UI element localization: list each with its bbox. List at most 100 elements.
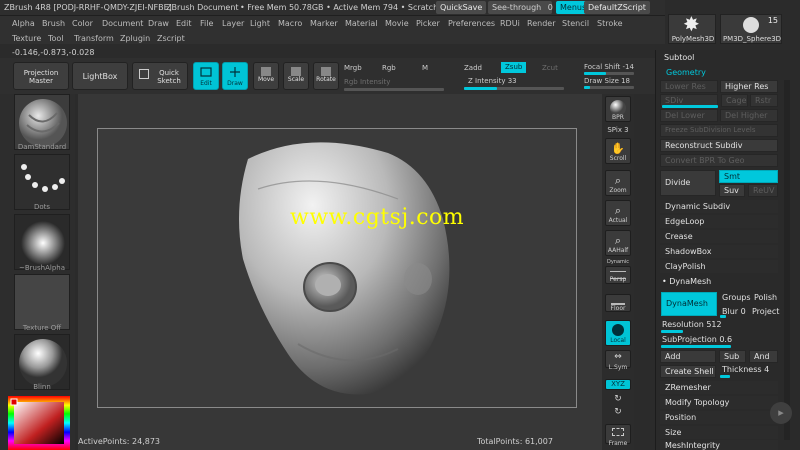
meshintegrity-section[interactable]: MeshIntegrity — [660, 440, 778, 450]
dynamic-label[interactable]: Dynamic — [602, 259, 634, 265]
xyz-button[interactable]: XYZ — [605, 379, 631, 390]
modify-topology-section[interactable]: Modify Topology — [660, 396, 778, 409]
draw-button[interactable]: Draw — [222, 62, 248, 90]
lightbox-button[interactable]: LightBox — [72, 62, 128, 90]
reconstruct-subdiv-button[interactable]: Reconstruct Subdiv — [660, 139, 778, 152]
menu-document[interactable]: Document — [102, 19, 143, 28]
sculpt-model[interactable] — [98, 129, 576, 407]
quick-sketch-button[interactable]: Quick Sketch — [132, 62, 188, 90]
panel-scrollbar[interactable] — [784, 80, 790, 440]
menu-layer[interactable]: Layer — [222, 19, 244, 28]
menu-picker[interactable]: Picker — [416, 19, 440, 28]
m-toggle[interactable]: M — [422, 64, 428, 72]
menu-edit[interactable]: Edit — [176, 19, 192, 28]
draw-size-slider[interactable] — [584, 86, 634, 89]
groups-toggle[interactable]: Groups — [722, 293, 751, 302]
higher-res-button[interactable]: Higher Res — [720, 80, 778, 93]
menu-light[interactable]: Light — [250, 19, 270, 28]
rstr-button[interactable]: Rstr — [750, 94, 778, 107]
freeze-subdiv-button[interactable]: Freeze SubDivision Levels — [660, 124, 778, 137]
sphere-tool-thumb[interactable]: PM3D_Sphere3D 15 — [720, 14, 782, 44]
title-bar: ZBrush 4R8 [PODJ-RRHF-QMDY-ZJEI-NFBE] ZB… — [0, 0, 665, 16]
quicksave-button[interactable]: QuickSave — [436, 1, 487, 14]
create-shell-button[interactable]: Create Shell — [660, 365, 716, 378]
color-picker[interactable] — [8, 396, 70, 450]
material-thumbnail[interactable] — [14, 334, 70, 390]
menu-preferences[interactable]: Preferences — [448, 19, 495, 28]
del-higher-button[interactable]: Del Higher — [720, 109, 778, 122]
convert-bpr-button[interactable]: Convert BPR To Geo — [660, 154, 778, 167]
lower-res-button[interactable]: Lower Res — [660, 80, 718, 93]
aahalf-icon: ⌕ — [614, 234, 622, 247]
menu-draw[interactable]: Draw — [148, 19, 169, 28]
menu-macro[interactable]: Macro — [278, 19, 302, 28]
and-button[interactable]: And — [749, 350, 778, 363]
rotate-y-icon[interactable]: ↻ — [602, 394, 634, 404]
alpha-thumbnail[interactable] — [14, 214, 70, 270]
size-section[interactable]: Size — [660, 426, 778, 439]
rotate-z-icon[interactable]: ↻ — [602, 407, 634, 417]
menu-texture[interactable]: Texture — [12, 34, 41, 43]
zsub-toggle[interactable]: Zsub — [501, 62, 527, 73]
divide-button[interactable]: Divide — [660, 170, 716, 196]
menu-transform[interactable]: Transform — [74, 34, 114, 43]
menu-zscript[interactable]: Zscript — [157, 34, 185, 43]
polish-toggle[interactable]: Polish — [754, 293, 777, 302]
zadd-toggle[interactable]: Zadd — [464, 64, 482, 72]
menu-material[interactable]: Material — [345, 19, 378, 28]
document-canvas[interactable] — [97, 128, 577, 408]
zremesher-section[interactable]: ZRemesher — [660, 381, 778, 394]
reuv-toggle[interactable]: ReUV — [748, 184, 778, 197]
stroke-thumbnail[interactable] — [14, 154, 70, 210]
polymesh-tool-thumb[interactable]: ✸ PolyMesh3D — [668, 12, 716, 44]
subprojection-slider[interactable]: SubProjection 0.6 — [662, 335, 732, 344]
left-shelf: DamStandard Dots ~BrushAlpha Texture Off… — [0, 94, 75, 450]
zcut-toggle[interactable]: Zcut — [542, 64, 558, 72]
dynamic-subdiv-section[interactable]: Dynamic Subdiv — [660, 200, 778, 213]
rotate-button[interactable]: Rotate — [313, 62, 339, 90]
cage-button[interactable]: Cage — [721, 94, 748, 107]
shadowbox-section[interactable]: ShadowBox — [660, 245, 778, 258]
menu-rdui[interactable]: RDUi — [500, 19, 520, 28]
edit-label: Edit — [200, 80, 212, 87]
menu-file[interactable]: File — [200, 19, 213, 28]
menu-alpha[interactable]: Alpha — [12, 19, 35, 28]
smt-toggle[interactable]: Smt — [719, 170, 778, 183]
claypolish-section[interactable]: ClayPolish — [660, 260, 778, 273]
project-toggle[interactable]: Project — [752, 307, 779, 316]
del-lower-button[interactable]: Del Lower — [660, 109, 718, 122]
move-button[interactable]: Move — [253, 62, 279, 90]
menu-color[interactable]: Color — [72, 19, 93, 28]
menu-zplugin[interactable]: Zplugin — [120, 34, 150, 43]
see-through-slider[interactable]: See-through 0 — [488, 1, 553, 14]
edgeloop-section[interactable]: EdgeLoop — [660, 215, 778, 228]
edit-button[interactable]: Edit — [193, 62, 219, 90]
suv-toggle[interactable]: Suv — [719, 184, 745, 197]
menu-marker[interactable]: Marker — [310, 19, 338, 28]
menu-render[interactable]: Render — [527, 19, 555, 28]
mrgb-toggle[interactable]: Mrgb — [344, 64, 362, 72]
resolution-slider[interactable]: Resolution 512 — [662, 320, 722, 329]
crease-section[interactable]: Crease — [660, 230, 778, 243]
geometry-header[interactable]: Geometry — [666, 68, 798, 80]
menu-stencil[interactable]: Stencil — [562, 19, 589, 28]
projection-master-button[interactable]: Projection Master — [13, 62, 69, 90]
sub-button[interactable]: Sub — [719, 350, 746, 363]
dynamesh-button[interactable]: DynaMesh — [661, 292, 717, 316]
rgb-toggle[interactable]: Rgb — [382, 64, 396, 72]
menu-tool[interactable]: Tool — [48, 34, 64, 43]
scale-button[interactable]: Scale — [283, 62, 309, 90]
rgb-intensity-slider[interactable] — [344, 88, 444, 91]
add-button[interactable]: Add — [660, 350, 716, 363]
position-section[interactable]: Position — [660, 411, 778, 424]
menu-brush[interactable]: Brush — [42, 19, 65, 28]
menu-movie[interactable]: Movie — [385, 19, 409, 28]
spix-control[interactable]: SPix 3 — [602, 126, 634, 134]
menu-stroke[interactable]: Stroke — [597, 19, 623, 28]
brush-thumbnail[interactable] — [14, 94, 70, 150]
dynamesh-header[interactable]: • DynaMesh — [662, 277, 794, 289]
subtool-header[interactable]: Subtool — [664, 53, 796, 65]
texture-thumbnail[interactable] — [14, 274, 70, 330]
thickness-slider[interactable]: Thickness 4 — [722, 365, 769, 374]
default-zscript-button[interactable]: DefaultZScript — [584, 1, 650, 14]
